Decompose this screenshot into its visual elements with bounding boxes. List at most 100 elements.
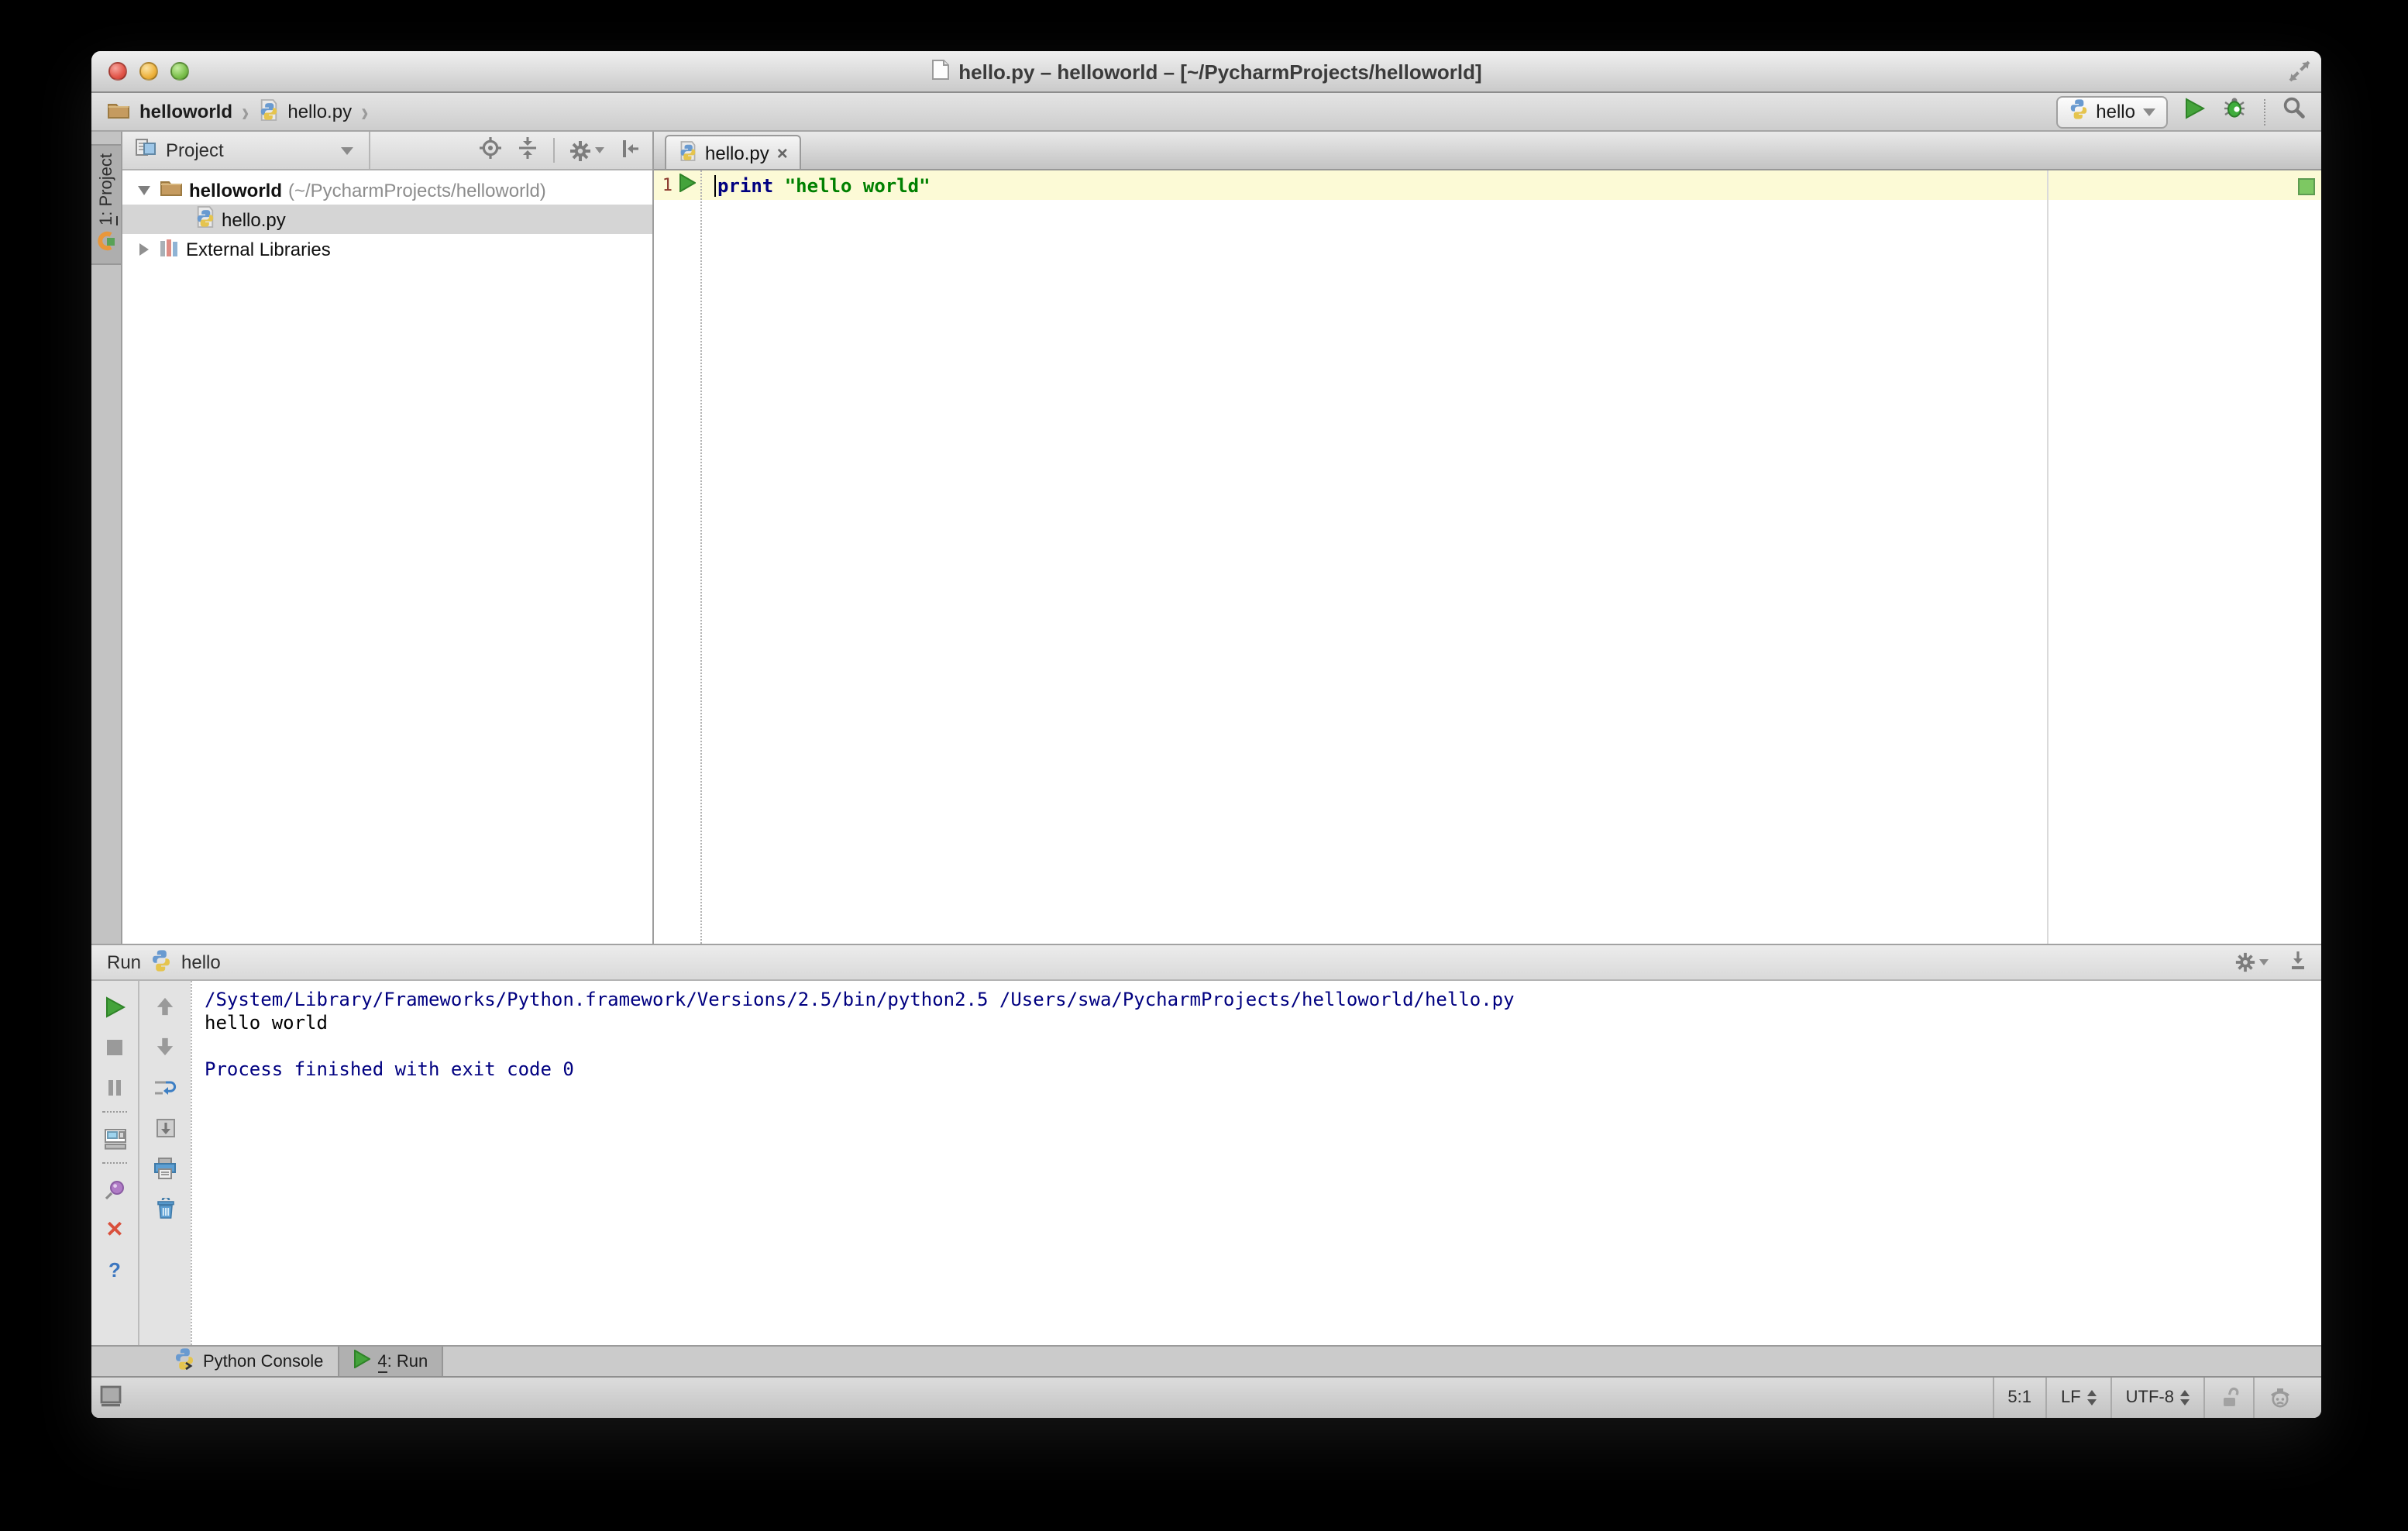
- python-console-icon: [174, 1348, 195, 1374]
- tab-hello-py[interactable]: hello.py ×: [665, 135, 802, 169]
- tab-label: hello.py: [705, 142, 769, 163]
- code-string: "hello world": [784, 174, 931, 196]
- up-stack-trace-button[interactable]: [155, 995, 175, 1018]
- rerun-button[interactable]: [105, 995, 125, 1018]
- python-file-icon: [195, 206, 215, 232]
- run-tool-window: Run hello ✕ ? /System/Library/Frameworks…: [91, 944, 2321, 1345]
- project-button-mnemonic: 1: [97, 215, 117, 225]
- tree-row-hello-py[interactable]: hello.py: [122, 205, 652, 234]
- tree-project-path: (~/PycharmProjects/helloworld): [288, 179, 546, 201]
- code-editor[interactable]: 1 print "hello world": [654, 170, 2321, 944]
- hide-panel-down-icon[interactable]: [2287, 949, 2309, 975]
- run-configuration-select[interactable]: hello: [2055, 95, 2168, 128]
- updown-arrows-icon: [2086, 1390, 2097, 1405]
- tree-project-name: helloworld: [189, 179, 282, 201]
- tree-row-external-libraries[interactable]: External Libraries: [122, 234, 652, 263]
- window-title: hello.py – helloworld – [~/PycharmProjec…: [958, 60, 1482, 83]
- project-view-icon: [135, 138, 157, 163]
- editor-area: hello.py × 1 print "hello world": [654, 132, 2321, 944]
- toolbar-separator: [2264, 98, 2265, 125]
- highlighting-level-widget[interactable]: [2253, 1378, 2306, 1418]
- console-line: Process finished with exit code 0: [205, 1058, 574, 1080]
- line-separator-value: LF: [2060, 1388, 2081, 1407]
- run-settings-gear-icon[interactable]: [2234, 951, 2269, 973]
- document-icon: [931, 58, 949, 84]
- close-button[interactable]: ✕: [105, 1216, 123, 1241]
- run-toolbar-secondary: [139, 981, 191, 1345]
- tool-window-button-project[interactable]: 1: Project: [91, 144, 121, 266]
- caret-position-value: 5:1: [2007, 1388, 2031, 1407]
- fullscreen-icon[interactable]: [2289, 60, 2310, 90]
- readonly-lock-widget[interactable]: [2203, 1378, 2253, 1418]
- encoding-value: UTF-8: [2125, 1388, 2174, 1407]
- collapse-all-icon[interactable]: [516, 136, 539, 164]
- project-view-select[interactable]: Project: [122, 132, 370, 169]
- tree-file-name: hello.py: [222, 208, 286, 230]
- tool-window-bar-bottom: Python Console 4: Run: [91, 1345, 2321, 1376]
- line-separator-widget[interactable]: LF: [2045, 1378, 2110, 1418]
- project-tool-window-icon: [96, 232, 116, 260]
- folder-icon: [107, 100, 130, 123]
- print-button[interactable]: [153, 1156, 177, 1179]
- chevron-right-icon: ›: [242, 96, 249, 127]
- project-panel: Project helloworld (~/PycharmProjects/he…: [122, 132, 654, 944]
- libraries-icon: [160, 236, 180, 261]
- run-tab-label: : Run: [387, 1352, 428, 1371]
- console-line: hello world: [205, 1012, 328, 1034]
- console-output[interactable]: /System/Library/Frameworks/Python.framew…: [191, 981, 2321, 1345]
- pin-tab-button[interactable]: [104, 1178, 126, 1201]
- settings-gear-icon[interactable]: [569, 139, 604, 162]
- run-tab-mnemonic: 4: [377, 1352, 387, 1372]
- chevron-down-icon: [2143, 108, 2155, 115]
- run-config-name: hello: [181, 951, 221, 973]
- clear-all-button[interactable]: [154, 1196, 176, 1220]
- run-button[interactable]: [2185, 97, 2206, 126]
- run-configuration-value: hello: [2096, 101, 2135, 122]
- export-output-button[interactable]: [154, 1116, 176, 1139]
- python-icon: [150, 949, 172, 975]
- expand-arrow-icon[interactable]: [139, 243, 149, 255]
- run-panel-header: Run hello: [91, 945, 2321, 981]
- tree-libraries-label: External Libraries: [186, 238, 331, 260]
- help-button[interactable]: ?: [108, 1258, 121, 1282]
- locate-file-icon[interactable]: [479, 136, 502, 164]
- breadcrumb-project[interactable]: helloworld: [139, 101, 232, 122]
- project-button-label: : Project: [97, 153, 115, 216]
- python-console-label: Python Console: [203, 1352, 324, 1371]
- right-margin-guide: [2047, 170, 2049, 944]
- collapse-arrow-icon[interactable]: [138, 185, 150, 194]
- line-number: 1: [662, 175, 673, 195]
- soft-wrap-button[interactable]: [153, 1075, 177, 1099]
- run-line-icon[interactable]: [679, 173, 697, 197]
- tool-window-button-python-console[interactable]: Python Console: [160, 1347, 337, 1376]
- python-file-icon: [679, 140, 697, 165]
- caret-position-widget[interactable]: 5:1: [1992, 1378, 2045, 1418]
- toggle-tool-buttons-icon[interactable]: [99, 1385, 122, 1411]
- hide-panel-icon[interactable]: [618, 137, 640, 163]
- debug-button[interactable]: [2222, 96, 2247, 127]
- tree-row-project-root[interactable]: helloworld (~/PycharmProjects/helloworld…: [122, 175, 652, 205]
- breadcrumb-file[interactable]: hello.py: [287, 101, 352, 122]
- run-toolbar-main: ✕ ?: [91, 981, 139, 1345]
- tool-window-stripe-left: 1: Project: [91, 132, 122, 944]
- tool-window-button-run[interactable]: 4: Run: [337, 1347, 444, 1376]
- project-tree[interactable]: helloworld (~/PycharmProjects/helloworld…: [122, 170, 652, 944]
- show-console-button[interactable]: [103, 1127, 126, 1150]
- status-bar: 5:1 LF UTF-8: [91, 1376, 2321, 1418]
- search-icon[interactable]: [2282, 96, 2306, 127]
- encoding-widget[interactable]: UTF-8: [2110, 1378, 2203, 1418]
- stop-button[interactable]: [105, 1035, 124, 1058]
- project-view-label: Project: [166, 139, 224, 161]
- unlock-icon: [2224, 1387, 2239, 1406]
- navigation-bar: helloworld › hello.py › hello: [91, 93, 2321, 132]
- pause-output-button[interactable]: [105, 1075, 124, 1099]
- text-caret: [714, 174, 716, 196]
- down-stack-trace-button[interactable]: [155, 1035, 175, 1058]
- toolbar-separator: [102, 1162, 127, 1164]
- updown-arrows-icon: [2180, 1390, 2190, 1405]
- tab-close-icon[interactable]: ×: [777, 143, 788, 162]
- title-bar[interactable]: hello.py – helloworld – [~/PycharmProjec…: [91, 51, 2321, 93]
- run-panel-title: Run: [107, 951, 142, 973]
- inspector-hector-icon: [2271, 1388, 2289, 1408]
